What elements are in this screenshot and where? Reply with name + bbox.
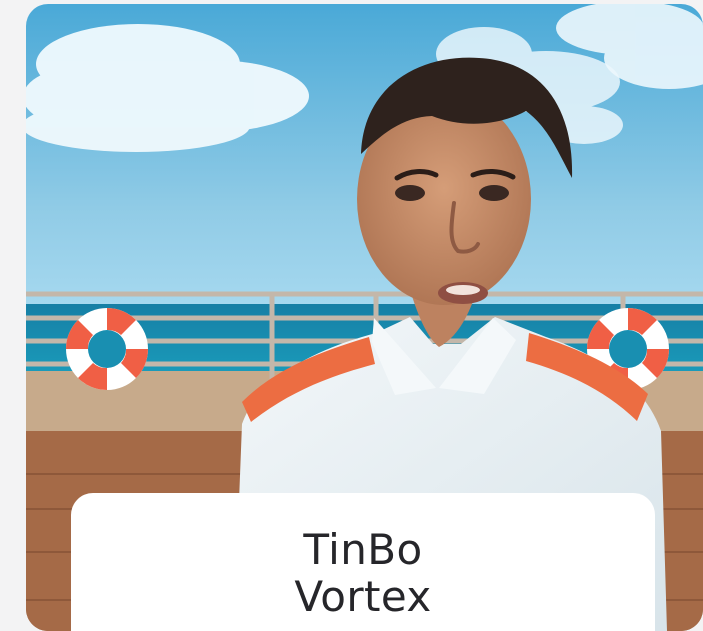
lifebuoy-left	[66, 307, 148, 390]
caption-line-2: Vortex	[294, 572, 432, 621]
presenter-video-frame[interactable]: TinBo Vortex	[26, 4, 703, 631]
video-card[interactable]: TinBo Vortex	[26, 4, 703, 631]
caption-panel: TinBo Vortex	[71, 493, 655, 631]
page: TinBo Vortex	[0, 0, 703, 631]
caption-line-1: TinBo	[303, 525, 423, 574]
